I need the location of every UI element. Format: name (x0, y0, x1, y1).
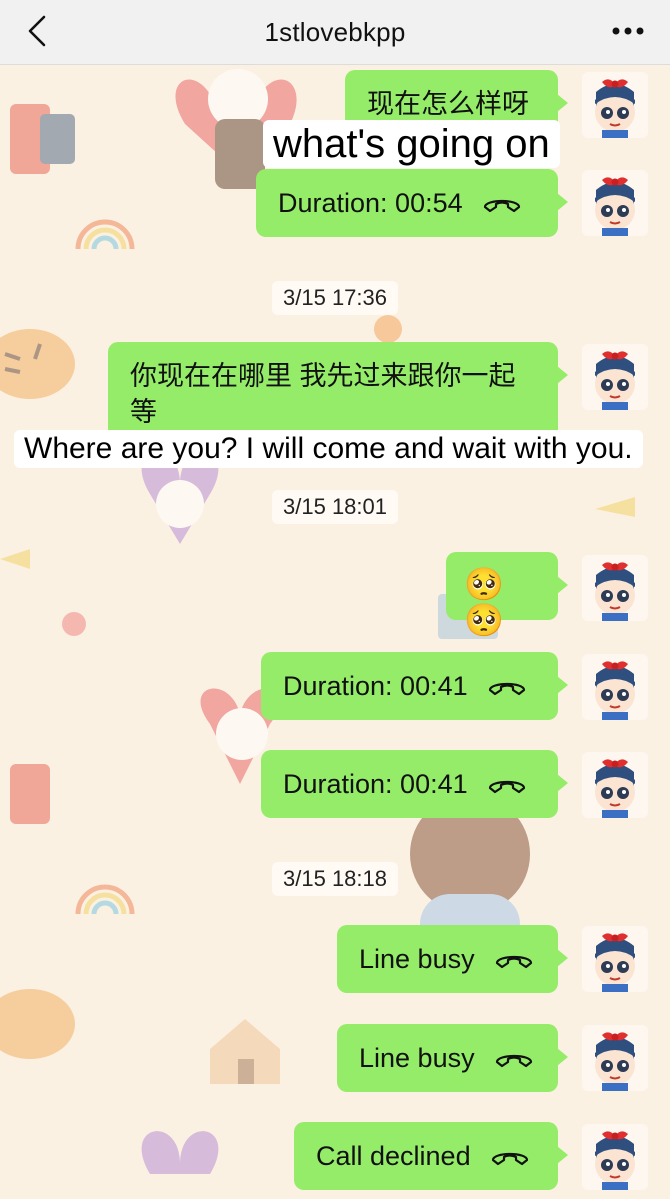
call-status: Line busy (359, 944, 475, 974)
avatar[interactable] (582, 555, 648, 621)
avatar[interactable] (582, 926, 648, 992)
avatar[interactable] (582, 344, 648, 410)
call-bubble[interactable]: Line busy (337, 1024, 568, 1092)
chevron-left-icon[interactable] (22, 14, 56, 48)
call-status: Duration: 00:41 (283, 769, 468, 799)
avatar[interactable] (582, 654, 648, 720)
call-status: Duration: 00:54 (278, 188, 463, 218)
phone-icon (493, 948, 535, 970)
avatar[interactable] (582, 1025, 648, 1091)
translation-subtitle: what's going on (263, 120, 560, 168)
call-status: Line busy (359, 1043, 475, 1073)
phone-icon (481, 192, 523, 214)
call-bubble[interactable]: Duration: 00:54 (256, 169, 568, 237)
avatar[interactable] (582, 170, 648, 236)
chat-header: 1stlovebkpp (0, 0, 670, 65)
message-emoji: 🥺🥺 (464, 566, 504, 638)
phone-icon (486, 675, 528, 697)
phone-icon (486, 773, 528, 795)
avatar[interactable] (582, 752, 648, 818)
translation-subtitle: Where are you? I will come and wait with… (14, 430, 643, 468)
call-bubble[interactable]: Duration: 00:41 (261, 750, 568, 818)
timestamp: 3/15 18:01 (272, 490, 398, 524)
timestamp: 3/15 17:36 (272, 281, 398, 315)
avatar[interactable] (582, 72, 648, 138)
ellipsis-icon[interactable] (608, 14, 648, 48)
emoji-bubble[interactable]: 🥺🥺 (446, 552, 568, 638)
call-bubble[interactable]: Call declined (294, 1122, 568, 1190)
message-text: 现在怎么样呀 (367, 89, 529, 119)
message-bubble[interactable]: 你现在在哪里 我先过来跟你一起等 (108, 342, 568, 440)
call-bubble[interactable]: Line busy (337, 925, 568, 993)
phone-icon (493, 1047, 535, 1069)
call-status: Duration: 00:41 (283, 671, 468, 701)
chat-title: 1stlovebkpp (264, 16, 406, 47)
phone-icon (489, 1145, 531, 1167)
call-bubble[interactable]: Duration: 00:41 (261, 652, 568, 720)
message-text: 你现在在哪里 我先过来跟你一起等 (130, 361, 516, 427)
call-status: Call declined (316, 1141, 471, 1171)
avatar[interactable] (582, 1124, 648, 1190)
timestamp: 3/15 18:18 (272, 862, 398, 896)
